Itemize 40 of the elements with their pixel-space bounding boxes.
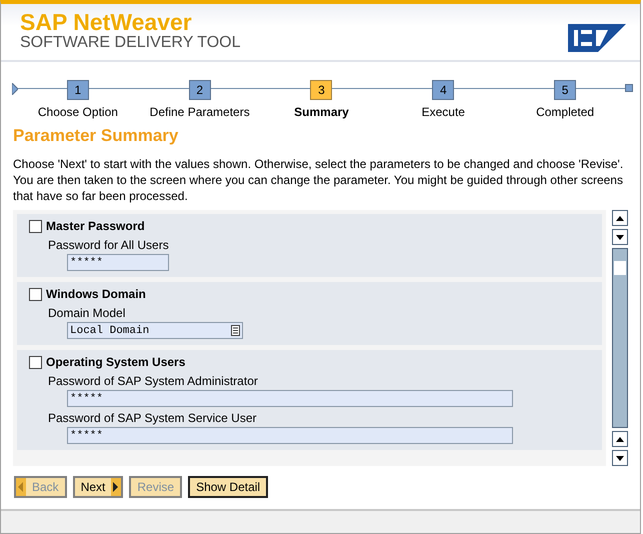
field-label: Domain Model bbox=[48, 306, 126, 320]
scroll-down-icon[interactable] bbox=[612, 450, 628, 466]
step-label: Define Parameters bbox=[150, 105, 250, 119]
list-icon bbox=[231, 325, 240, 336]
action-button[interactable]: Show Detail bbox=[188, 476, 268, 498]
scroll-up-icon[interactable] bbox=[612, 431, 628, 447]
step-label: Choose Option bbox=[38, 105, 118, 119]
product-subtitle: SOFTWARE DELIVERY TOOL bbox=[20, 34, 241, 52]
intro-text: Choose 'Next' to start with the values shown. Otherwise, select the parameters to be changed and choose 'Revise'. You are then taken to the screen where you can change the parameter. You might be guided through other screens that have so far been processed. bbox=[13, 156, 624, 204]
field-label: Password of SAP System Administrator bbox=[48, 374, 259, 388]
password-field[interactable]: ***** bbox=[67, 427, 513, 444]
step-label: Completed bbox=[536, 105, 594, 119]
checkbox[interactable] bbox=[29, 220, 42, 232]
checkbox[interactable] bbox=[29, 288, 42, 300]
group-title: Windows Domain bbox=[46, 287, 146, 301]
page-title: Parameter Summary bbox=[13, 126, 180, 146]
step-number[interactable]: 1 bbox=[66, 80, 89, 100]
scroll-down-icon[interactable] bbox=[612, 229, 628, 245]
checkbox[interactable] bbox=[29, 356, 42, 368]
logo-icon bbox=[568, 24, 626, 52]
password-field[interactable]: ***** bbox=[67, 254, 169, 271]
group-title: Master Password bbox=[46, 219, 145, 233]
scroll-thumb[interactable] bbox=[614, 261, 626, 275]
scroll-up-icon[interactable] bbox=[612, 210, 628, 226]
group-title: Operating System Users bbox=[46, 355, 186, 369]
field-label: Password of SAP System Service User bbox=[48, 411, 258, 425]
step-number[interactable]: 5 bbox=[554, 80, 576, 100]
product-name: SAP NetWeaver bbox=[20, 10, 193, 34]
step-number[interactable]: 2 bbox=[188, 80, 211, 100]
track-start-icon bbox=[12, 83, 18, 95]
field-label: Password for All Users bbox=[48, 238, 170, 252]
dropdown-field[interactable]: Local Domain bbox=[67, 322, 243, 339]
step-number[interactable]: 4 bbox=[432, 80, 454, 100]
scrollbar[interactable] bbox=[612, 210, 628, 466]
password-field[interactable]: ***** bbox=[67, 390, 513, 407]
track-end-icon bbox=[625, 84, 633, 92]
action-button[interactable]: Next bbox=[72, 476, 124, 498]
step-label: Execute bbox=[422, 105, 465, 119]
step-label: Summary bbox=[294, 105, 349, 119]
step-number[interactable]: 3 bbox=[310, 80, 332, 100]
